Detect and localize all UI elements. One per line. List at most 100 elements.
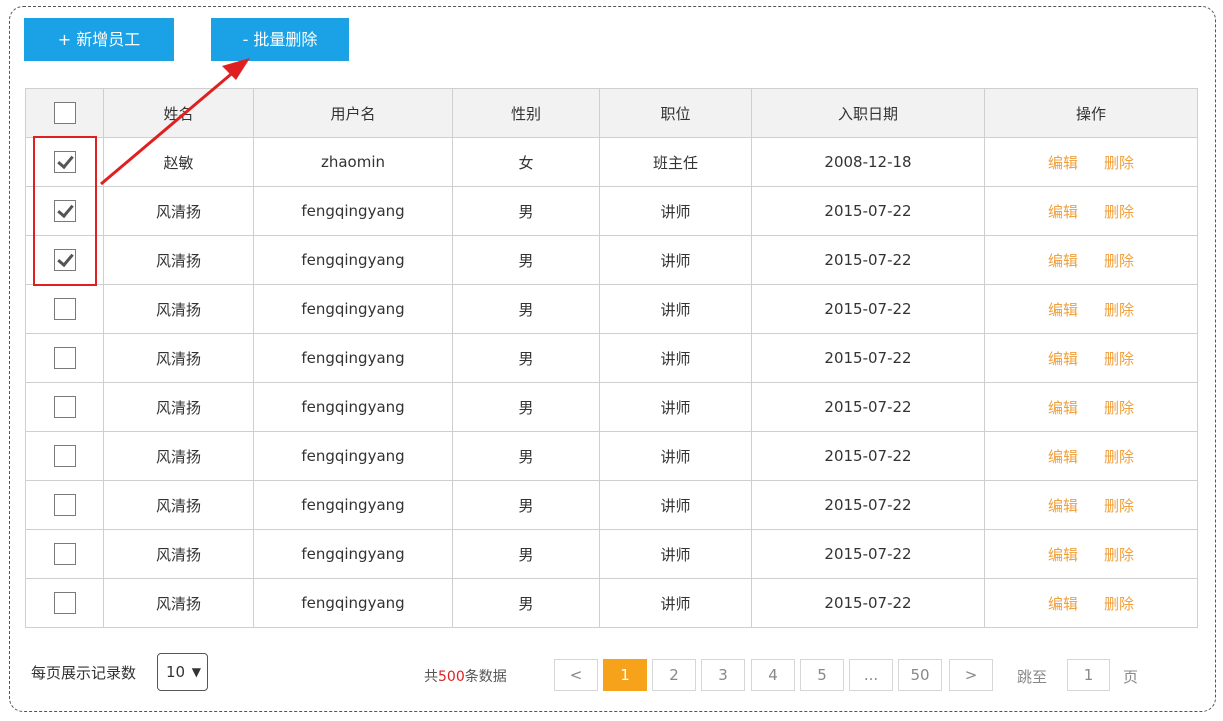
cell-gender: 女 bbox=[452, 137, 600, 187]
cell-hire-date: 2015-07-22 bbox=[751, 480, 985, 530]
cell-actions: 编辑 删除 bbox=[984, 578, 1198, 628]
edit-link[interactable]: 编辑 bbox=[1048, 252, 1078, 270]
employee-table: 姓名 用户名 性别 职位 入职日期 操作 赵敏 zhaomin 女班主任 2008-1… bbox=[25, 88, 1198, 628]
delete-link[interactable]: 删除 bbox=[1104, 154, 1134, 172]
cell-actions: 编辑 删除 bbox=[984, 333, 1198, 383]
row-select-cell bbox=[25, 578, 104, 628]
edit-link[interactable]: 编辑 bbox=[1048, 154, 1078, 172]
cell-hire-date: 2015-07-22 bbox=[751, 284, 985, 334]
cell-gender: 男 bbox=[452, 431, 600, 481]
table-row: 赵敏 zhaomin 女班主任 2008-12-18 编辑 删除 bbox=[25, 137, 1198, 187]
jump-page-input[interactable]: 1 bbox=[1067, 659, 1110, 691]
edit-link[interactable]: 编辑 bbox=[1048, 546, 1078, 564]
cell-gender: 男 bbox=[452, 578, 600, 628]
table-header-row: 姓名 用户名 性别 职位 入职日期 操作 bbox=[25, 88, 1198, 138]
total-records: 共500条数据 bbox=[424, 666, 507, 686]
page-size-value: 10 bbox=[166, 663, 186, 681]
edit-link[interactable]: 编辑 bbox=[1048, 595, 1078, 613]
page-button-4[interactable]: 4 bbox=[751, 659, 795, 691]
cell-name: 风清扬 bbox=[103, 235, 254, 285]
page-button-3[interactable]: 3 bbox=[701, 659, 745, 691]
select-all-checkbox[interactable] bbox=[53, 102, 76, 124]
row-select-cell bbox=[25, 382, 104, 432]
cell-name: 风清扬 bbox=[103, 333, 254, 383]
cell-name: 风清扬 bbox=[103, 382, 254, 432]
cell-hire-date: 2015-07-22 bbox=[751, 186, 985, 236]
cell-username: fengqingyang bbox=[253, 235, 453, 285]
row-select-cell bbox=[25, 480, 104, 530]
header-name: 姓名 bbox=[103, 88, 254, 138]
table-row: 风清扬 fengqingyang 男讲师 2015-07-22 编辑 删除 bbox=[25, 529, 1198, 579]
delete-link[interactable]: 删除 bbox=[1104, 595, 1134, 613]
cell-hire-date: 2015-07-22 bbox=[751, 333, 985, 383]
row-checkbox[interactable] bbox=[53, 543, 76, 565]
cell-position: 班主任 bbox=[599, 137, 752, 187]
jump-label: 跳至 bbox=[1017, 668, 1048, 686]
cell-username: fengqingyang bbox=[253, 382, 453, 432]
delete-link[interactable]: 删除 bbox=[1104, 252, 1134, 270]
edit-link[interactable]: 编辑 bbox=[1048, 497, 1078, 515]
cell-actions: 编辑 删除 bbox=[984, 382, 1198, 432]
edit-link[interactable]: 编辑 bbox=[1048, 350, 1078, 368]
page-button-5[interactable]: 5 bbox=[800, 659, 844, 691]
delete-link[interactable]: 删除 bbox=[1104, 448, 1134, 466]
cell-username: fengqingyang bbox=[253, 333, 453, 383]
cell-gender: 男 bbox=[452, 529, 600, 579]
cell-username: fengqingyang bbox=[253, 431, 453, 481]
batch-delete-button[interactable]: - 批量删除 bbox=[211, 18, 349, 61]
header-username: 用户名 bbox=[253, 88, 453, 138]
add-employee-button[interactable]: + 新增员工 bbox=[24, 18, 174, 61]
delete-link[interactable]: 删除 bbox=[1104, 546, 1134, 564]
cell-hire-date: 2015-07-22 bbox=[751, 382, 985, 432]
edit-link[interactable]: 编辑 bbox=[1048, 399, 1078, 417]
cell-gender: 男 bbox=[452, 284, 600, 334]
edit-link[interactable]: 编辑 bbox=[1048, 448, 1078, 466]
row-checkbox[interactable] bbox=[53, 494, 76, 516]
cell-gender: 男 bbox=[452, 235, 600, 285]
table-row: 风清扬 fengqingyang 男讲师 2015-07-22 编辑 删除 bbox=[25, 284, 1198, 334]
page-button-1[interactable]: 1 bbox=[603, 659, 647, 691]
cell-username: fengqingyang bbox=[253, 578, 453, 628]
delete-link[interactable]: 删除 bbox=[1104, 301, 1134, 319]
cell-gender: 男 bbox=[452, 480, 600, 530]
table-row: 风清扬 fengqingyang 男讲师 2015-07-22 编辑 删除 bbox=[25, 431, 1198, 481]
cell-position: 讲师 bbox=[599, 235, 752, 285]
table-row: 风清扬 fengqingyang 男讲师 2015-07-22 编辑 删除 bbox=[25, 382, 1198, 432]
cell-name: 风清扬 bbox=[103, 480, 254, 530]
delete-link[interactable]: 删除 bbox=[1104, 399, 1134, 417]
cell-position: 讲师 bbox=[599, 333, 752, 383]
next-page-button[interactable]: > bbox=[949, 659, 993, 691]
table-row: 风清扬 fengqingyang 男讲师 2015-07-22 编辑 删除 bbox=[25, 235, 1198, 285]
page-button-2[interactable]: 2 bbox=[652, 659, 696, 691]
row-checkbox[interactable] bbox=[53, 592, 76, 614]
cell-position: 讲师 bbox=[599, 480, 752, 530]
cell-actions: 编辑 删除 bbox=[984, 235, 1198, 285]
cell-name: 风清扬 bbox=[103, 186, 254, 236]
row-checkbox[interactable] bbox=[53, 298, 76, 320]
table-row: 风清扬 fengqingyang 男讲师 2015-07-22 编辑 删除 bbox=[25, 333, 1198, 383]
cell-name: 风清扬 bbox=[103, 431, 254, 481]
cell-hire-date: 2015-07-22 bbox=[751, 529, 985, 579]
cell-position: 讲师 bbox=[599, 186, 752, 236]
cell-actions: 编辑 删除 bbox=[984, 480, 1198, 530]
page-button-50[interactable]: 50 bbox=[898, 659, 942, 691]
cell-hire-date: 2008-12-18 bbox=[751, 137, 985, 187]
edit-link[interactable]: 编辑 bbox=[1048, 301, 1078, 319]
row-checkbox[interactable] bbox=[53, 347, 76, 369]
row-checkbox[interactable] bbox=[53, 445, 76, 467]
cell-position: 讲师 bbox=[599, 284, 752, 334]
delete-link[interactable]: 删除 bbox=[1104, 203, 1134, 221]
prev-page-button[interactable]: < bbox=[554, 659, 598, 691]
cell-name: 风清扬 bbox=[103, 578, 254, 628]
edit-link[interactable]: 编辑 bbox=[1048, 203, 1078, 221]
delete-link[interactable]: 删除 bbox=[1104, 350, 1134, 368]
chevron-down-icon: ▼ bbox=[191, 665, 201, 679]
cell-position: 讲师 bbox=[599, 578, 752, 628]
table-row: 风清扬 fengqingyang 男讲师 2015-07-22 编辑 删除 bbox=[25, 480, 1198, 530]
cell-position: 讲师 bbox=[599, 382, 752, 432]
delete-link[interactable]: 删除 bbox=[1104, 497, 1134, 515]
header-hire-date: 入职日期 bbox=[751, 88, 985, 138]
cell-name: 风清扬 bbox=[103, 284, 254, 334]
page-size-select[interactable]: 10 ▼ bbox=[157, 653, 208, 691]
row-checkbox[interactable] bbox=[53, 396, 76, 418]
